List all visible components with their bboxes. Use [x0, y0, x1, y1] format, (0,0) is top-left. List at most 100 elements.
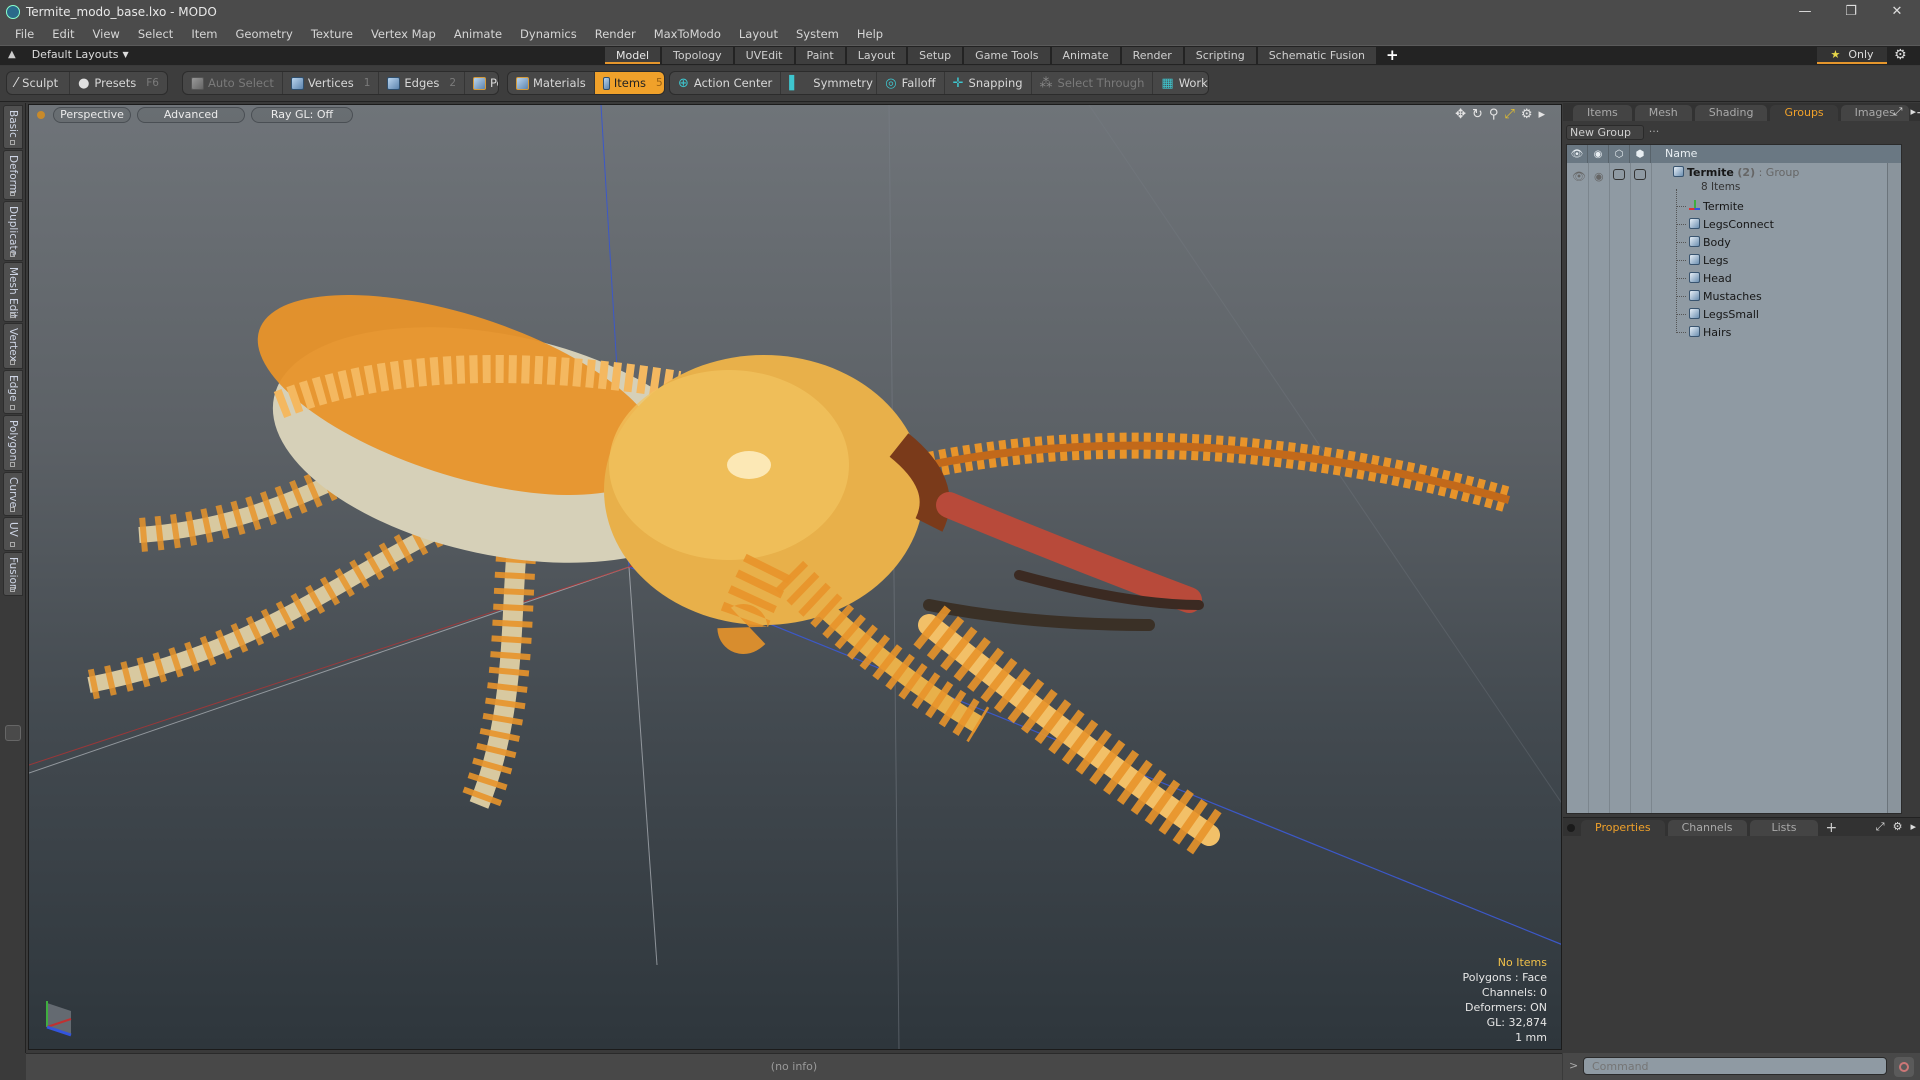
materials-button[interactable]: Materials: [508, 72, 595, 94]
tab-game-tools[interactable]: Game Tools: [964, 47, 1050, 64]
menu-edit[interactable]: Edit: [43, 27, 83, 41]
vtab-deform[interactable]: Deform: [3, 150, 23, 200]
tab-paint[interactable]: Paint: [795, 47, 845, 64]
triangle-right-icon[interactable]: ▸: [1910, 105, 1916, 119]
restore-button[interactable]: ❐: [1828, 0, 1874, 23]
termite-model-render[interactable]: [29, 105, 1562, 1050]
vtab-curve[interactable]: Curve: [3, 472, 23, 516]
command-history-arrow-icon[interactable]: >: [1569, 1059, 1578, 1072]
tree-item-legsconnect[interactable]: LegsConnect: [1567, 215, 1901, 233]
tab-groups[interactable]: Groups: [1770, 105, 1838, 121]
snapping-button[interactable]: ✛ Snapping: [945, 72, 1032, 94]
menu-layout[interactable]: Layout: [730, 27, 787, 41]
vertices-button[interactable]: Vertices 1: [283, 72, 380, 94]
panel-menu-dot[interactable]: [1567, 824, 1575, 832]
falloff-button[interactable]: ◎ Falloff: [877, 72, 945, 94]
lock-toggle[interactable]: [1613, 169, 1625, 180]
render-toggle-icon[interactable]: ◉: [1594, 170, 1604, 183]
vtab-duplicate[interactable]: Duplicate: [3, 201, 23, 261]
vtab-edge[interactable]: Edge: [3, 370, 23, 414]
workplane-button[interactable]: ▦ WorkPlane: [1153, 72, 1208, 94]
select-toggle[interactable]: [1634, 169, 1646, 180]
vtab-mesh-edit[interactable]: Mesh Edit: [3, 262, 23, 322]
render-column-icon[interactable]: ◉: [1588, 145, 1609, 163]
menu-render[interactable]: Render: [586, 27, 645, 41]
menu-help[interactable]: Help: [848, 27, 892, 41]
view-mode-dropdown[interactable]: Perspective: [53, 107, 131, 123]
polygons-button[interactable]: Polygons: [465, 72, 498, 94]
triangle-right-icon[interactable]: ▸: [1538, 107, 1545, 122]
tab-properties[interactable]: Properties: [1581, 820, 1665, 836]
menu-item[interactable]: Item: [182, 27, 226, 41]
tab-topology[interactable]: Topology: [662, 47, 733, 64]
vtab-fusion[interactable]: Fusion: [3, 552, 23, 596]
group-row-termite[interactable]: 👁 ◉ Termite (2) : Group 8 Items: [1567, 164, 1901, 196]
tab-items[interactable]: Items: [1573, 105, 1632, 121]
tab-render[interactable]: Render: [1121, 47, 1183, 64]
vtab-basic[interactable]: Basic: [3, 105, 23, 149]
menu-vertex-map[interactable]: Vertex Map: [362, 27, 445, 41]
3d-viewport[interactable]: Perspective Advanced Ray GL: Off ✥ ↻ ⚲ ⤢…: [28, 104, 1562, 1050]
tree-item-mustaches[interactable]: Mustaches: [1567, 287, 1901, 305]
tree-item-legssmall[interactable]: LegsSmall: [1567, 305, 1901, 323]
tab-channels[interactable]: Channels: [1667, 820, 1747, 836]
gear-icon[interactable]: ⚙: [1893, 820, 1903, 834]
menu-dynamics[interactable]: Dynamics: [511, 27, 586, 41]
tab-uvedit[interactable]: UVEdit: [734, 47, 794, 64]
items-button[interactable]: Items 5: [594, 72, 664, 94]
gear-icon[interactable]: ⚙: [1894, 47, 1907, 63]
tab-setup[interactable]: Setup: [908, 47, 963, 64]
tree-item-body[interactable]: Body: [1567, 233, 1901, 251]
add-tab-button[interactable]: +: [1916, 105, 1920, 121]
viewport-menu-dot[interactable]: [37, 111, 45, 119]
tree-scrollbar[interactable]: [1887, 163, 1901, 813]
tab-mesh[interactable]: Mesh ...: [1634, 105, 1692, 135]
symmetry-button[interactable]: ▌ Symmetry: [781, 72, 878, 94]
tree-item-termite-locator[interactable]: Termite: [1567, 197, 1901, 215]
menu-maxtomodo[interactable]: MaxToModo: [645, 27, 730, 41]
sculpt-button[interactable]: ⁄ Sculpt: [7, 72, 71, 94]
record-macro-button[interactable]: [1894, 1057, 1914, 1077]
vtab-vertex[interactable]: Vertex: [3, 323, 23, 369]
tab-layout[interactable]: Layout: [846, 47, 907, 64]
vtab-polygon[interactable]: Polygon: [3, 415, 23, 471]
select-column-icon[interactable]: ⬢: [1630, 145, 1651, 163]
menu-texture[interactable]: Texture: [302, 27, 362, 41]
maximize-icon[interactable]: ⤢: [1894, 105, 1903, 119]
lock-column-icon[interactable]: ⬡: [1609, 145, 1630, 163]
menu-animate[interactable]: Animate: [445, 27, 511, 41]
name-column-header[interactable]: Name: [1651, 145, 1697, 163]
auto-select-button[interactable]: Auto Select: [183, 72, 283, 94]
tab-model[interactable]: Model: [605, 47, 661, 64]
minimize-button[interactable]: —: [1782, 0, 1828, 23]
visibility-column-icon[interactable]: 👁: [1567, 145, 1588, 163]
add-tab-button[interactable]: +: [1825, 820, 1837, 836]
tree-item-head[interactable]: Head: [1567, 269, 1901, 287]
new-group-button[interactable]: New Group: [1566, 125, 1644, 140]
menu-select[interactable]: Select: [129, 27, 182, 41]
vtab-uv[interactable]: UV: [3, 517, 23, 551]
gear-icon[interactable]: ⚙: [1521, 107, 1533, 122]
add-layout-tab-button[interactable]: +: [1378, 47, 1407, 65]
edges-button[interactable]: Edges 2: [379, 72, 466, 94]
only-button[interactable]: ★ Only: [1817, 47, 1887, 64]
rotate-icon[interactable]: ↻: [1472, 107, 1483, 122]
tab-scripting[interactable]: Scripting: [1184, 47, 1256, 64]
command-input[interactable]: [1583, 1057, 1887, 1075]
action-center-button[interactable]: ⊕ Action Center: [670, 72, 782, 94]
tab-lists[interactable]: Lists: [1749, 820, 1819, 836]
shading-dropdown[interactable]: Advanced: [137, 107, 245, 123]
select-through-button[interactable]: ⁂ Select Through: [1032, 72, 1154, 94]
pan-icon[interactable]: ✥: [1455, 107, 1466, 122]
expand-toggle[interactable]: [5, 725, 21, 741]
zoom-icon[interactable]: ⚲: [1489, 107, 1499, 122]
menu-file[interactable]: File: [6, 27, 43, 41]
tab-shading[interactable]: Shading: [1694, 105, 1768, 121]
close-button[interactable]: ✕: [1874, 0, 1920, 23]
tree-item-legs[interactable]: Legs: [1567, 251, 1901, 269]
maximize-icon[interactable]: ⤢: [1504, 107, 1514, 122]
maximize-icon[interactable]: ⤢: [1876, 820, 1885, 834]
visibility-eye-icon[interactable]: 👁: [1572, 170, 1586, 183]
layouts-dropdown[interactable]: ▲ Default Layouts ▼: [8, 48, 129, 61]
triangle-right-icon[interactable]: ▸: [1910, 820, 1916, 834]
